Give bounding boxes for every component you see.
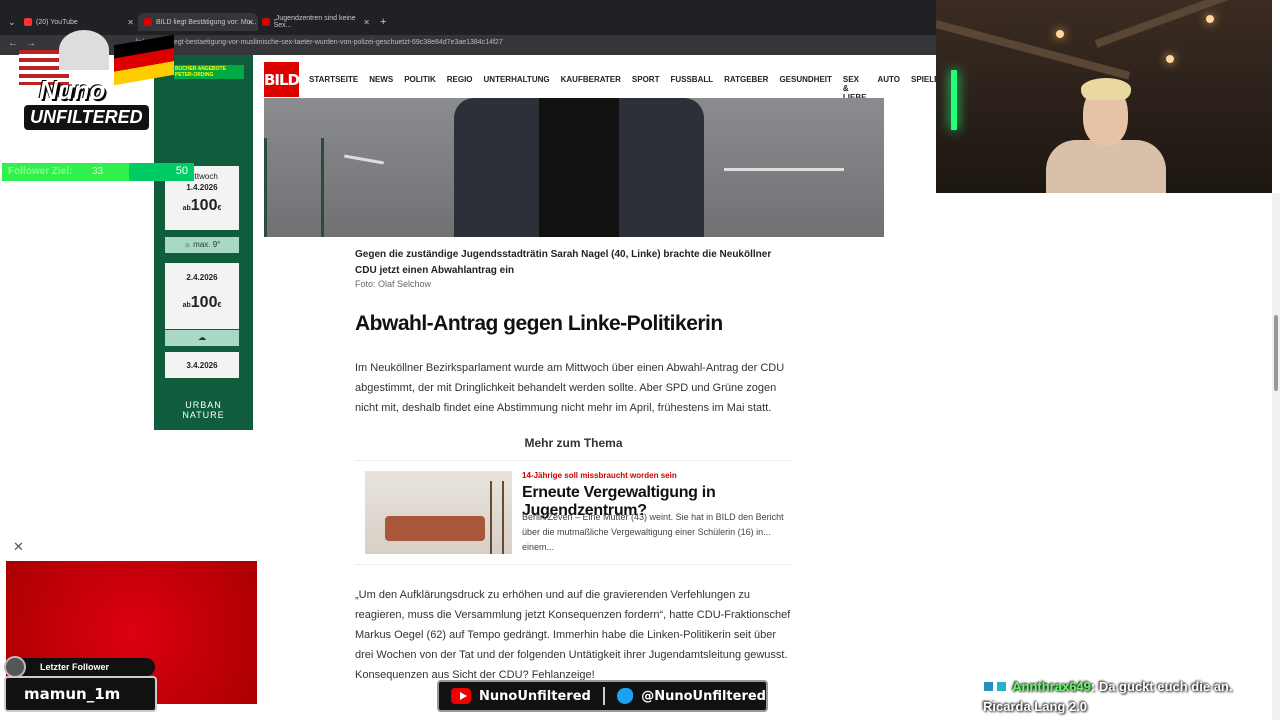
streamer-hair	[1081, 78, 1131, 100]
ceiling-light	[1166, 55, 1174, 63]
ceiling-light	[1206, 15, 1214, 23]
tab-label: „Jugendzentren sind keine Sex...	[273, 15, 356, 29]
youtube-icon	[24, 18, 32, 26]
twitter-icon	[616, 688, 634, 704]
ad-weather: ☼ max. 9°	[165, 237, 239, 253]
ad-price-prefix: ab	[182, 205, 191, 212]
youtube-icon	[451, 688, 472, 704]
capitol-dome	[59, 30, 109, 70]
ad-brand-line: NATURE	[182, 410, 225, 420]
streamer-body	[1046, 140, 1166, 193]
teaser-description: Berlin/Zeven – Eine Mutter (43) weint. S…	[522, 512, 784, 552]
youtube-handle: NunoUnfiltered	[479, 688, 591, 704]
close-tab-icon[interactable]: ✕	[247, 18, 254, 27]
screen: { "browser": { "tabs": [ {"label": "(20)…	[0, 0, 1280, 720]
road-marking	[344, 154, 384, 165]
ad-date-card[interactable]: 2.4.2026 ab100€	[165, 263, 239, 329]
ad-weather-text: max. 9°	[193, 240, 221, 249]
avatar-icon	[4, 656, 26, 678]
chat-badge-icon	[996, 681, 1007, 692]
ad-price-value: 100	[190, 197, 218, 214]
ad-banner: BUCHER ANGEBOTE PETER-ORDING	[174, 65, 244, 79]
ad-brand-line: URBAN	[185, 400, 222, 410]
article-hero-image	[264, 98, 884, 237]
new-tab-button[interactable]: +	[380, 13, 386, 31]
ad-brand: URBAN NATURE	[154, 400, 253, 420]
fence	[264, 138, 324, 237]
more-topic-heading: Mehr zum Thema	[355, 436, 792, 461]
image-caption: Gegen die zuständige Jugendsstadträtin S…	[355, 249, 772, 276]
teaser-kicker: 14-Jährige soll missbraucht worden sein	[522, 471, 677, 480]
page-scrollbar[interactable]	[1272, 193, 1280, 720]
tab-youtube[interactable]: (20) YouTube ✕	[24, 13, 134, 31]
chat-username: Annthrax649	[1012, 679, 1091, 694]
ceiling-beam	[936, 20, 1131, 80]
tab-jugendzentren[interactable]: „Jugendzentren sind keine Sex... ✕	[262, 13, 370, 31]
url-field[interactable]: /inland/bild-liegt-bestaetigung-vor-musl…	[135, 39, 503, 46]
sofa	[385, 516, 485, 541]
green-led	[951, 70, 957, 130]
chat-message: Annthrax649: Da guckt euch die an. Ricar…	[983, 677, 1273, 717]
logo-text: UNFILTERED	[24, 105, 149, 130]
ad-date: 3.4.2026	[186, 361, 218, 370]
ceiling-light	[1056, 30, 1064, 38]
related-article-teaser[interactable]: 14-Jährige soll missbraucht worden sein …	[355, 465, 792, 565]
bild-favicon-icon	[262, 18, 270, 26]
article-paragraph: Im Neuköllner Bezirksparlament wurde am …	[355, 362, 785, 414]
bild-favicon-icon	[144, 18, 152, 26]
tab-label: BILD liegt Bestätigung vor: Mu...	[156, 18, 257, 26]
photo-credit: Foto: Olaf Selchow	[355, 279, 432, 289]
ad-date: 2.4.2026	[186, 273, 218, 282]
ad-price-value: 100	[190, 294, 218, 311]
last-follower-name: mamun_1m	[4, 676, 157, 712]
ceiling-beam	[1094, 0, 1272, 48]
teaser-image[interactable]	[365, 471, 512, 554]
close-icon[interactable]: ✕	[13, 539, 24, 555]
webcam-feed	[936, 0, 1272, 193]
ad-date: 1.4.2026	[186, 183, 218, 192]
tab-bild-article[interactable]: BILD liegt Bestätigung vor: Mu... ✕	[138, 13, 258, 31]
section-heading: Abwahl-Antrag gegen Linke-Politikerin	[355, 312, 723, 335]
person-shirt	[539, 98, 619, 237]
follower-goal: 50	[175, 165, 188, 177]
ad-date-card[interactable]: 3.4.2026	[165, 352, 239, 378]
divider	[602, 687, 605, 705]
ad-price: ab100€	[165, 197, 239, 215]
ad-price: ab100€	[165, 294, 239, 312]
scrollbar-thumb[interactable]	[1274, 315, 1278, 391]
twitter-handle: @NunoUnfiltered	[641, 688, 766, 704]
ad-price-prefix: ab	[182, 302, 191, 309]
follower-goal-label: Follower Ziel:	[8, 166, 73, 177]
close-tab-icon[interactable]: ✕	[363, 18, 370, 27]
ad-price-currency: €	[217, 205, 222, 212]
sun-icon: ☼	[183, 240, 194, 249]
ladder	[490, 481, 504, 554]
cloud-icon: ☁	[165, 330, 239, 346]
chat-badge-icon	[983, 681, 994, 692]
stream-logo: Nuno UNFILTERED	[14, 30, 178, 150]
social-banner: NunoUnfiltered @NunoUnfiltered	[437, 680, 768, 712]
german-flag	[114, 34, 174, 86]
bild-logo[interactable]: BILD	[264, 62, 300, 97]
follower-goal-bar: Follower Ziel: 33 50	[2, 163, 194, 181]
road-marking	[724, 168, 844, 171]
tab-label: (20) YouTube	[36, 18, 78, 26]
follower-current: 33	[92, 166, 104, 177]
ad-banner-text: PETER-ORDING	[175, 72, 214, 78]
last-follower-label: Letzter Follower	[10, 658, 155, 676]
ad-price-currency: €	[217, 302, 222, 309]
logo-text: Nuno	[39, 75, 106, 105]
close-tab-icon[interactable]: ✕	[127, 18, 134, 27]
article-paragraph: „Um den Aufklärungsdruck zu erhöhen und …	[355, 589, 791, 681]
last-follower-widget: Letzter Follower mamun_1m	[4, 656, 157, 714]
